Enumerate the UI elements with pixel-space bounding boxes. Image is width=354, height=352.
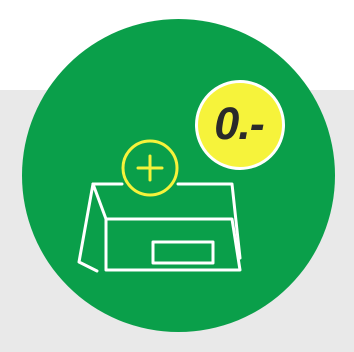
device-outline <box>77 182 242 273</box>
price-label: 0.- <box>214 97 265 149</box>
plus-circle-icon <box>121 139 179 197</box>
card-reader-icon <box>77 139 242 273</box>
price-badge: 0.- <box>195 80 285 170</box>
